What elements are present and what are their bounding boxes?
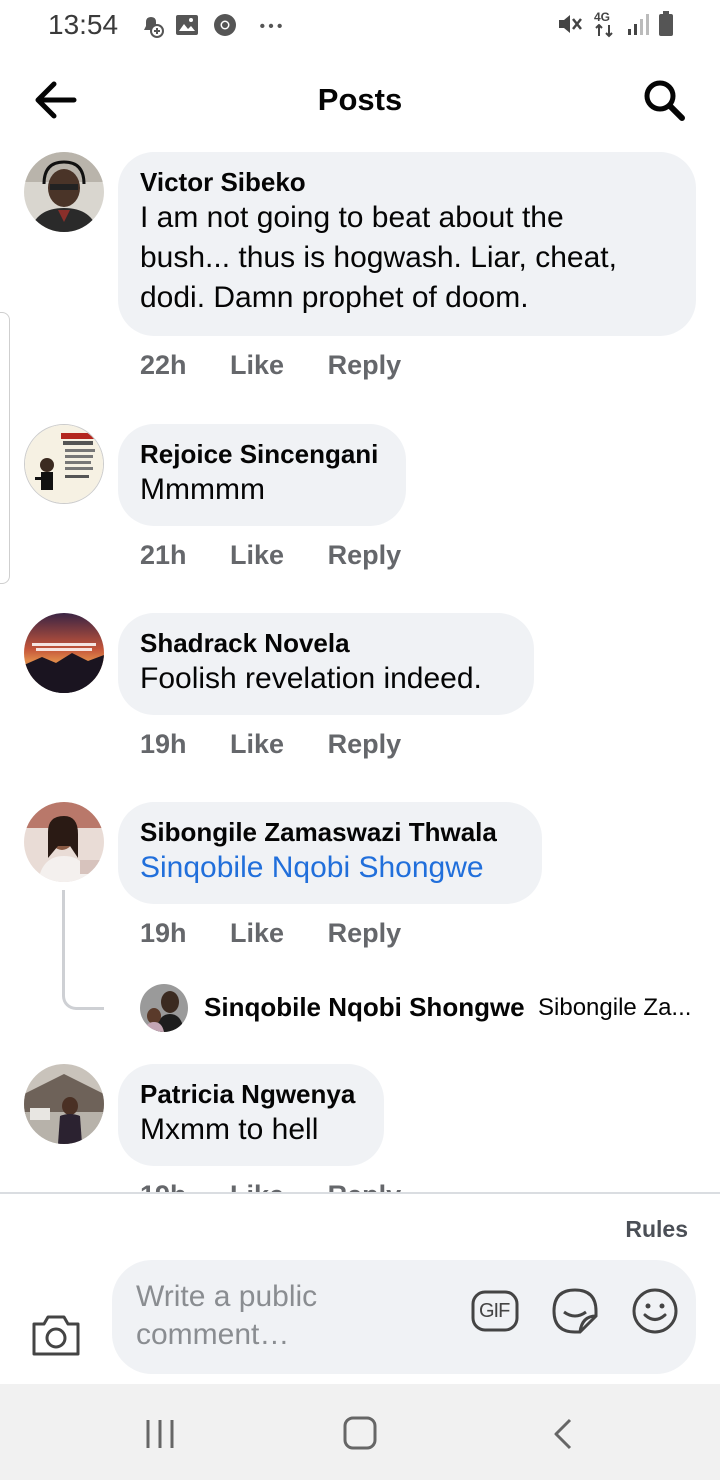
comment-composer: Rules GIF	[0, 1192, 720, 1384]
more-dots-icon	[260, 23, 282, 29]
network-label: 4G	[594, 10, 611, 24]
status-right-icons: 4G	[556, 10, 674, 38]
avatar[interactable]	[24, 802, 104, 882]
page-title: Posts	[317, 82, 403, 117]
back-icon[interactable]	[544, 1416, 584, 1452]
status-time: 13:54	[48, 9, 119, 40]
recent-apps-icon[interactable]	[140, 1416, 180, 1452]
gif-icon[interactable]: GIF	[470, 1286, 520, 1336]
reply-button[interactable]: Reply	[328, 729, 402, 760]
comment-author[interactable]: Patricia Ngwenya	[140, 1078, 362, 1110]
comment-actions: 19h Like Reply	[140, 729, 437, 760]
comment-bubble[interactable]: Victor Sibeko I am not going to beat abo…	[118, 152, 696, 336]
home-icon[interactable]	[340, 1416, 380, 1452]
comment-bubble[interactable]: Rejoice Sincengani Mmmmm	[118, 424, 406, 526]
comment-timestamp[interactable]: 19h	[140, 918, 187, 949]
avatar[interactable]	[24, 613, 104, 693]
avatar[interactable]	[140, 984, 188, 1032]
like-button[interactable]: Like	[230, 350, 284, 381]
comment-actions: 21h Like Reply	[140, 540, 437, 571]
comment-bubble[interactable]: Shadrack Novela Foolish revelation indee…	[118, 613, 534, 715]
search-icon[interactable]	[640, 76, 688, 124]
status-bar: 13:54 4G	[0, 0, 720, 52]
signal-icon	[628, 14, 649, 35]
notification-add-icon	[144, 17, 164, 38]
comment-timestamp[interactable]: 19h	[140, 729, 187, 760]
comment-author[interactable]: Rejoice Sincengani	[140, 438, 384, 470]
reply-button[interactable]: Reply	[328, 918, 402, 949]
comment-input[interactable]	[136, 1278, 456, 1358]
like-button[interactable]: Like	[230, 729, 284, 760]
battery-icon	[659, 11, 673, 36]
comment-actions: 19h Like Reply	[140, 918, 437, 949]
comment-text-line: bush... thus is hogwash. Liar, cheat,	[140, 241, 617, 274]
like-button[interactable]: Like	[230, 540, 284, 571]
comment-author[interactable]: Victor Sibeko	[140, 166, 674, 198]
comment-timestamp[interactable]: 22h	[140, 350, 187, 381]
comment-text-line: I am not going to beat about the	[140, 201, 564, 234]
camera-icon[interactable]	[30, 1312, 82, 1358]
comment-author[interactable]: Shadrack Novela	[140, 627, 512, 659]
image-icon	[176, 15, 198, 35]
avatar[interactable]	[24, 1064, 104, 1144]
comment-author[interactable]: Sibongile Zamaswazi Thwala	[140, 816, 520, 848]
reply-snippet: Sibongile Za...	[538, 994, 692, 1021]
comment-text-line: Foolish revelation indeed.	[140, 662, 482, 695]
comment-input-container: GIF	[112, 1260, 696, 1374]
sticker-icon[interactable]	[550, 1286, 600, 1336]
comment-bubble[interactable]: Sibongile Zamaswazi Thwala Sinqobile Nqo…	[118, 802, 542, 904]
reply-author[interactable]: Sinqobile Nqobi Shongwe	[204, 992, 525, 1023]
comment-bubble[interactable]: Patricia Ngwenya Mxmm to hell	[118, 1064, 384, 1166]
comment-text-line: Mxmm to hell	[140, 1113, 319, 1146]
comment-text-line: dodi. Damn prophet of doom.	[140, 281, 529, 314]
emoji-icon[interactable]	[630, 1286, 680, 1336]
reply-preview[interactable]: Sinqobile Nqobi Shongwe Sibongile Za...	[140, 984, 700, 1034]
reply-thread-line	[62, 890, 104, 1010]
like-button[interactable]: Like	[230, 918, 284, 949]
mute-icon	[559, 15, 582, 33]
chrome-icon	[214, 14, 236, 36]
gif-label: GIF	[479, 1300, 510, 1322]
top-app-bar: Posts	[0, 60, 720, 140]
reply-button[interactable]: Reply	[328, 540, 402, 571]
comment-text-line: Mmmmm	[140, 473, 265, 506]
edge-panel-handle[interactable]	[0, 312, 10, 584]
comment-timestamp[interactable]: 21h	[140, 540, 187, 571]
mention-link[interactable]: Sinqobile Nqobi Shongwe	[140, 848, 520, 888]
avatar[interactable]	[24, 424, 104, 504]
4g-icon: 4G	[592, 10, 618, 38]
rules-link[interactable]: Rules	[625, 1216, 688, 1243]
reply-button[interactable]: Reply	[328, 350, 402, 381]
comment-actions: 22h Like Reply	[140, 350, 437, 381]
system-nav-bar	[0, 1384, 720, 1480]
avatar[interactable]	[24, 152, 104, 232]
